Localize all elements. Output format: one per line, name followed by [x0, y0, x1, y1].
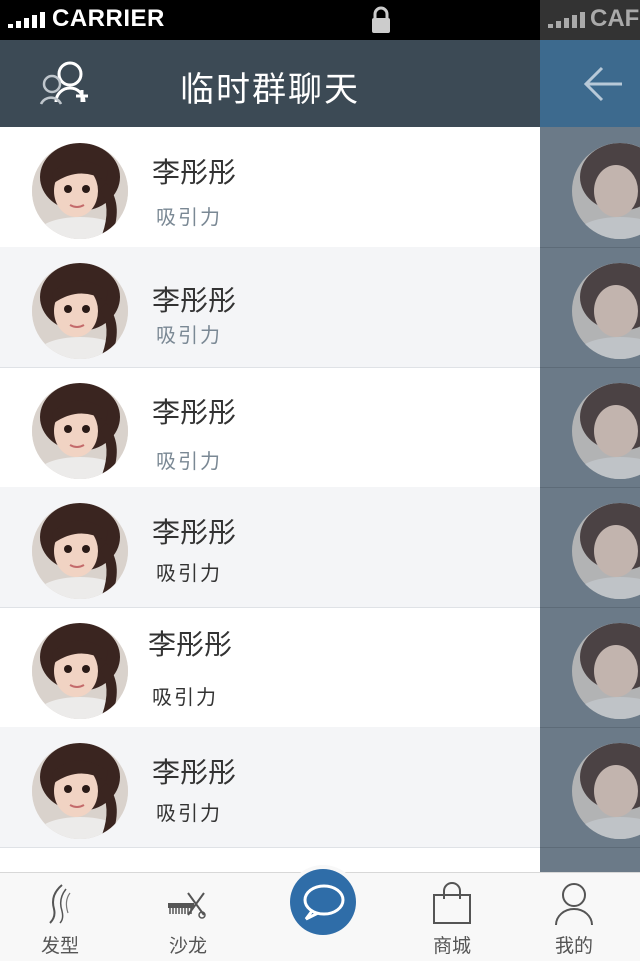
avatar [32, 503, 128, 599]
nav-bar: 临时群聊天 [0, 40, 540, 127]
list-item[interactable]: 李彤彤 吸引力 [0, 607, 540, 728]
carrier-label-right: CAF [590, 5, 640, 32]
tab-label: 我的 [554, 935, 593, 957]
drawer-list-item[interactable] [540, 487, 640, 608]
carrier-label: CARRIER [52, 5, 165, 32]
back-arrow-icon[interactable] [582, 62, 626, 106]
avatar [32, 143, 128, 239]
contact-name: 李彤彤 [152, 756, 237, 789]
avatar [572, 743, 640, 839]
contact-name: 李彤彤 [152, 284, 237, 317]
avatar [32, 743, 128, 839]
contact-subtitle: 吸引力 [152, 685, 218, 709]
status-bar: CARRIER CAF [0, 0, 640, 40]
tab-label: 沙龙 [168, 935, 207, 957]
drawer-list-item[interactable] [540, 127, 640, 248]
shopping-bag-icon [433, 882, 471, 924]
avatar [32, 623, 128, 719]
chat-tab-button[interactable] [290, 869, 356, 935]
avatar [32, 383, 128, 479]
contact-subtitle: 吸引力 [156, 205, 222, 229]
tab-salon[interactable]: 沙龙 [128, 873, 248, 961]
contact-name: 李彤彤 [152, 156, 237, 189]
contact-subtitle: 吸引力 [156, 801, 222, 825]
contact-subtitle: 吸引力 [156, 449, 222, 473]
list-item[interactable]: 李彤彤 吸引力 [0, 127, 540, 248]
drawer-header [540, 40, 640, 127]
list-item[interactable]: 李彤彤 吸引力 [0, 247, 540, 368]
avatar [572, 263, 640, 359]
list-item[interactable]: 李彤彤 吸引力 [0, 367, 540, 488]
contact-subtitle: 吸引力 [156, 323, 222, 347]
avatar [572, 623, 640, 719]
lock-icon [372, 6, 390, 33]
list-item[interactable]: 李彤彤 吸引力 [0, 487, 540, 608]
signal-strength-icon [548, 12, 585, 28]
page-title: 临时群聊天 [180, 70, 360, 110]
avatar [32, 263, 128, 359]
avatar [572, 143, 640, 239]
contact-name: 李彤彤 [152, 396, 237, 429]
hairstyle-icon [49, 884, 71, 924]
tab-label: 发型 [40, 935, 79, 957]
tab-bar: 发型 沙龙 商城 我的 [0, 869, 640, 961]
avatar [572, 383, 640, 479]
tab-mall[interactable]: 商城 [392, 873, 512, 961]
tab-hairstyle[interactable]: 发型 [0, 873, 120, 961]
drawer-list-item[interactable] [540, 727, 640, 848]
tab-profile[interactable]: 我的 [514, 873, 634, 961]
drawer-list-item[interactable] [540, 367, 640, 488]
user-icon [555, 883, 593, 925]
side-drawer-overlay[interactable] [540, 40, 640, 872]
comb-scissors-icon [168, 892, 206, 919]
list-item[interactable]: 李彤彤 吸引力 [0, 727, 540, 848]
chat-bubble-icon [303, 884, 345, 921]
contact-name: 李彤彤 [152, 516, 237, 549]
contact-subtitle: 吸引力 [156, 561, 222, 585]
status-bar-overlay: CAF [540, 0, 640, 40]
contact-name: 李彤彤 [148, 628, 233, 661]
drawer-list-item[interactable] [540, 607, 640, 728]
tab-label: 商城 [432, 935, 471, 957]
group-member-list: 李彤彤 吸引力 李彤彤 吸引力 李彤彤 吸引力 李彤彤 吸引力 李彤彤 吸引力 … [0, 127, 540, 872]
signal-strength-icon [8, 12, 45, 28]
drawer-list-item[interactable] [540, 247, 640, 368]
avatar [572, 503, 640, 599]
